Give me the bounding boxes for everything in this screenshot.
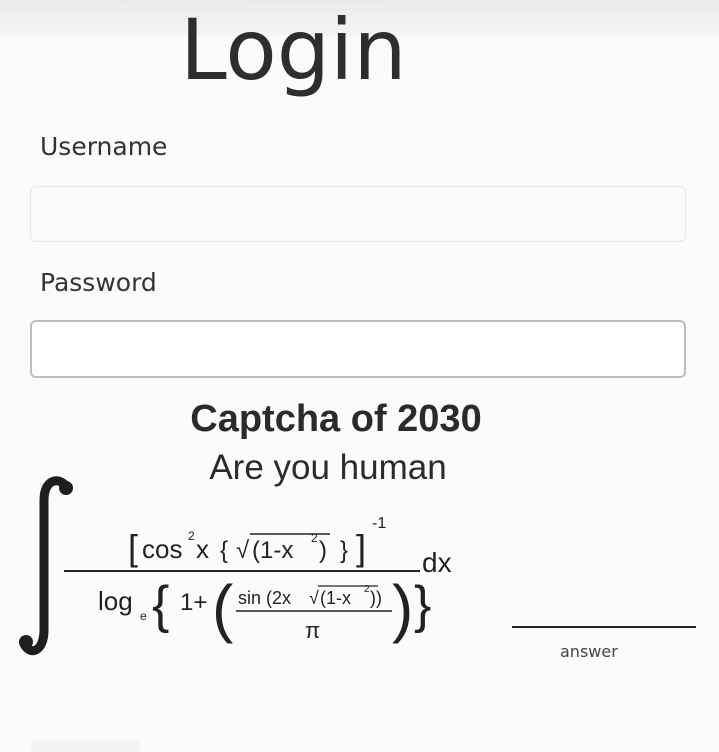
numerator-left-bracket: [ (128, 527, 138, 568)
captcha-equation: [ cos 2 x { √ (1-x 2 ) } ] -1 dx log e {… (19, 476, 452, 656)
denominator-pi: π (305, 618, 320, 643)
integral-top-dot (59, 481, 73, 495)
password-input[interactable] (30, 320, 686, 378)
denominator-open-brace: { (152, 576, 169, 634)
numerator-cos: cos (142, 534, 182, 564)
answer-line[interactable] (512, 626, 696, 628)
password-label: Password (40, 268, 157, 297)
denominator-log-base: e (140, 609, 147, 623)
username-label: Username (40, 132, 168, 161)
answer-label: answer (560, 642, 618, 661)
username-input[interactable] (30, 186, 686, 242)
integral-sign (19, 476, 71, 656)
numerator-outer-power: -1 (372, 515, 386, 532)
denominator-sin-text: sin (2x (238, 588, 291, 608)
denominator-inner-close: )) (370, 588, 382, 608)
faded-element (30, 740, 140, 752)
differential-dx: dx (422, 547, 452, 578)
denominator-close-paren: ) (392, 572, 413, 644)
denominator-inner-radicand: (1-x (320, 588, 351, 608)
numerator-open-brace: { (220, 537, 228, 564)
denominator-close-brace: } (414, 576, 431, 634)
captcha-title: Captcha of 2030 (190, 398, 482, 440)
numerator-radicand-power: 2 (311, 531, 318, 545)
page-title: Login (180, 1, 407, 99)
numerator-right-bracket: ] (356, 527, 366, 568)
numerator-x: x (196, 534, 209, 564)
numerator-radicand-close: ) (319, 537, 327, 564)
denominator-inner-radical: √ (309, 588, 319, 608)
numerator-close-brace: } (340, 537, 348, 564)
denominator-log: log (98, 586, 133, 616)
numerator-radicand: (1-x (252, 537, 293, 564)
numerator-cos-power: 2 (188, 529, 195, 543)
denominator-one-plus: 1+ (180, 589, 207, 616)
numerator-radical: √ (236, 537, 250, 564)
denominator-open-paren: ( (212, 572, 233, 644)
integral-bottom-dot (19, 635, 33, 649)
